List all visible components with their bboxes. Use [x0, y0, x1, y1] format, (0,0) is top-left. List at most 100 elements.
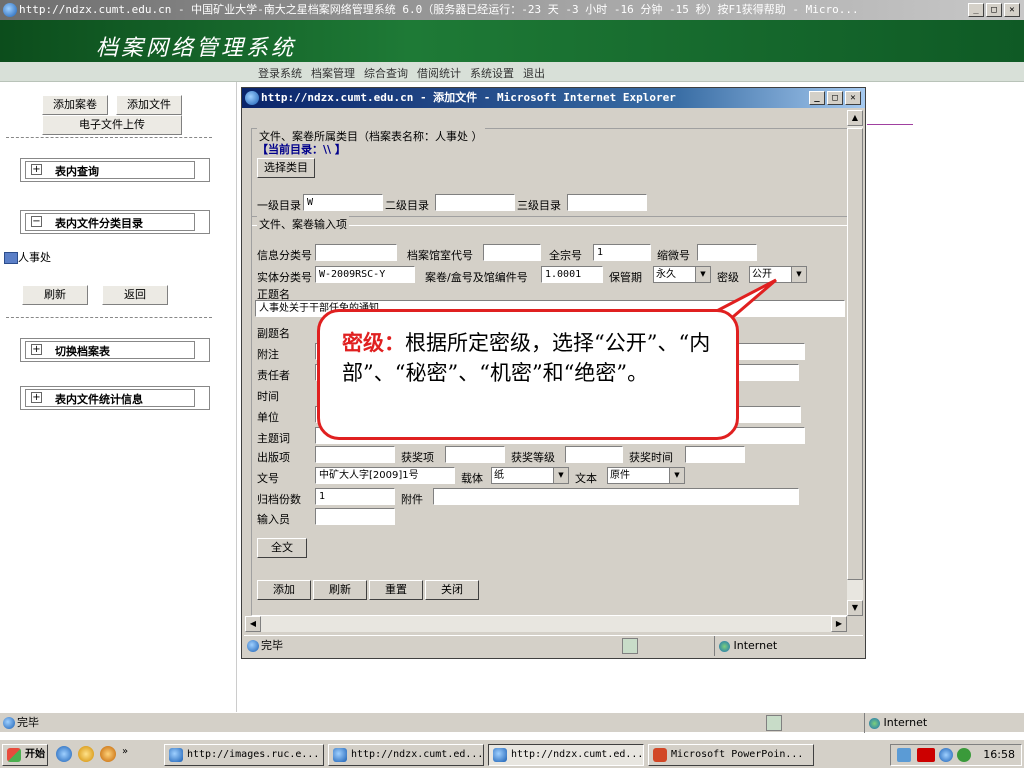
taskbar: 开始 » http://images.ruc.e... http://ndzx.… [0, 738, 1024, 768]
menu-query[interactable]: 综合查询 [364, 67, 408, 80]
room-code-input[interactable] [483, 244, 541, 261]
scroll-down-icon[interactable]: ▼ [847, 600, 863, 616]
collapse-icon[interactable]: − [31, 216, 42, 227]
ati-icon[interactable] [917, 748, 935, 762]
add-volume-button[interactable]: 添加案卷 [42, 95, 108, 115]
scroll-right-icon[interactable]: ▶ [831, 616, 847, 632]
popup-zone: Internet [714, 636, 834, 656]
app-logo: 档案网络管理系统 [96, 36, 297, 61]
menu-stats[interactable]: 借阅统计 [417, 67, 461, 80]
minimize-icon[interactable]: _ [809, 91, 825, 105]
switch-panel[interactable]: + 切换档案表 [20, 338, 210, 362]
add-button[interactable]: 添加 [257, 580, 311, 600]
taskbar-item[interactable]: http://images.ruc.e... [164, 744, 324, 766]
taskbar-item-active[interactable]: http://ndzx.cumt.ed... [488, 744, 644, 766]
award-level-input[interactable] [565, 446, 623, 463]
more-icon[interactable]: » [122, 746, 128, 757]
refresh-form-button[interactable]: 刷新 [313, 580, 367, 600]
globe-icon [869, 717, 880, 729]
menu-login[interactable]: 登录系统 [258, 67, 302, 80]
subject-label: 主题词 [257, 432, 290, 445]
menu-settings[interactable]: 系统设置 [470, 67, 514, 80]
text-select[interactable]: 原件 ▼ [607, 467, 685, 484]
category-panel[interactable]: − 表内文件分类目录 [20, 210, 210, 234]
maximize-icon[interactable]: □ [986, 3, 1002, 17]
copies-input[interactable]: 1 [315, 488, 395, 505]
taskbar-item-label: Microsoft PowerPoin... [671, 749, 804, 760]
sub-title-label: 副题名 [257, 327, 290, 340]
refresh-button[interactable]: 刷新 [22, 285, 88, 305]
volume-icon[interactable] [897, 748, 911, 762]
query-panel[interactable]: + 表内查询 [20, 158, 210, 182]
level2-input[interactable] [435, 194, 515, 211]
doc-no-input[interactable]: 中矿大人字[2009]1号 [315, 467, 455, 484]
fulltext-button[interactable]: 全文 [257, 538, 307, 558]
expand-icon[interactable]: + [31, 164, 42, 175]
query-label: 表内查询 [55, 165, 99, 178]
dropdown-icon[interactable]: ▼ [669, 468, 684, 483]
note-label: 附注 [257, 348, 279, 361]
info-class-input[interactable] [315, 244, 397, 261]
app-header: 档案网络管理系统 [0, 20, 1024, 62]
horizontal-scrollbar[interactable]: ◀ ▶ [245, 616, 847, 632]
status-zone: Internet [864, 713, 1004, 733]
minimize-icon[interactable]: _ [968, 3, 984, 17]
popup-status-text: 完毕 [261, 639, 283, 652]
stats-panel[interactable]: + 表内文件统计信息 [20, 386, 210, 410]
award-time-input[interactable] [685, 446, 745, 463]
text-label: 文本 [575, 472, 597, 485]
scroll-up-icon[interactable]: ▲ [847, 110, 863, 126]
back-button[interactable]: 返回 [102, 285, 168, 305]
award-input[interactable] [445, 446, 505, 463]
time-label: 时间 [257, 390, 279, 403]
box-no-input[interactable]: 1.0001 [541, 266, 603, 283]
micro-input[interactable] [697, 244, 757, 261]
popup-status-bar: 完毕 Internet [244, 635, 863, 656]
taskbar-item[interactable]: http://ndzx.cumt.ed... [328, 744, 484, 766]
level3-input[interactable] [567, 194, 647, 211]
ie-icon [3, 3, 17, 17]
carrier-label: 载体 [461, 472, 483, 485]
taskbar-item[interactable]: Microsoft PowerPoin... [648, 744, 814, 766]
status-zone-text: Internet [883, 716, 928, 729]
explorer-quicklaunch-icon[interactable] [78, 746, 94, 762]
dropdown-icon[interactable]: ▼ [791, 267, 806, 282]
award-label: 获奖项 [401, 451, 434, 464]
close-icon[interactable]: ✕ [845, 91, 861, 105]
carrier-select[interactable]: 纸 ▼ [491, 467, 569, 484]
inputter-input[interactable] [315, 508, 395, 525]
category-label: 表内文件分类目录 [55, 217, 143, 230]
tray-app-icon[interactable] [957, 748, 971, 762]
expand-icon[interactable]: + [31, 392, 42, 403]
start-button[interactable]: 开始 [2, 744, 48, 766]
vertical-scrollbar[interactable]: ▲ ▼ [847, 110, 863, 616]
dropdown-icon[interactable]: ▼ [553, 468, 568, 483]
upload-button[interactable]: 电子文件上传 [42, 115, 182, 135]
info-class-label: 信息分类号 [257, 249, 312, 262]
network-icon[interactable] [939, 748, 953, 762]
pub-input[interactable] [315, 446, 395, 463]
attach-input[interactable] [433, 488, 799, 505]
menu-logout[interactable]: 退出 [523, 67, 545, 80]
fonds-input[interactable]: 1 [593, 244, 651, 261]
resp-label: 责任者 [257, 369, 290, 382]
menu-archive[interactable]: 档案管理 [311, 67, 355, 80]
current-dir: 【当前目录：\\ 】 [257, 143, 346, 156]
tree-item[interactable]: 人事处 [4, 249, 51, 265]
scroll-left-icon[interactable]: ◀ [245, 616, 261, 632]
level1-input[interactable]: W [303, 194, 383, 211]
add-file-button[interactable]: 添加文件 [116, 95, 182, 115]
start-label: 开始 [25, 749, 45, 760]
maximize-icon[interactable]: □ [827, 91, 843, 105]
select-category-button[interactable]: 选择类目 [257, 158, 315, 178]
scroll-thumb[interactable] [847, 128, 863, 580]
ie-quicklaunch-icon[interactable] [56, 746, 72, 762]
entity-class-label: 实体分类号 [257, 271, 312, 284]
app-quicklaunch-icon[interactable] [100, 746, 116, 762]
close-icon[interactable]: ✕ [1004, 3, 1020, 17]
expand-icon[interactable]: + [31, 344, 42, 355]
close-button[interactable]: 关闭 [425, 580, 479, 600]
award-time-label: 获奖时间 [629, 451, 673, 464]
entity-class-input[interactable]: W-2009RSC-Y [315, 266, 415, 283]
reset-button[interactable]: 重置 [369, 580, 423, 600]
